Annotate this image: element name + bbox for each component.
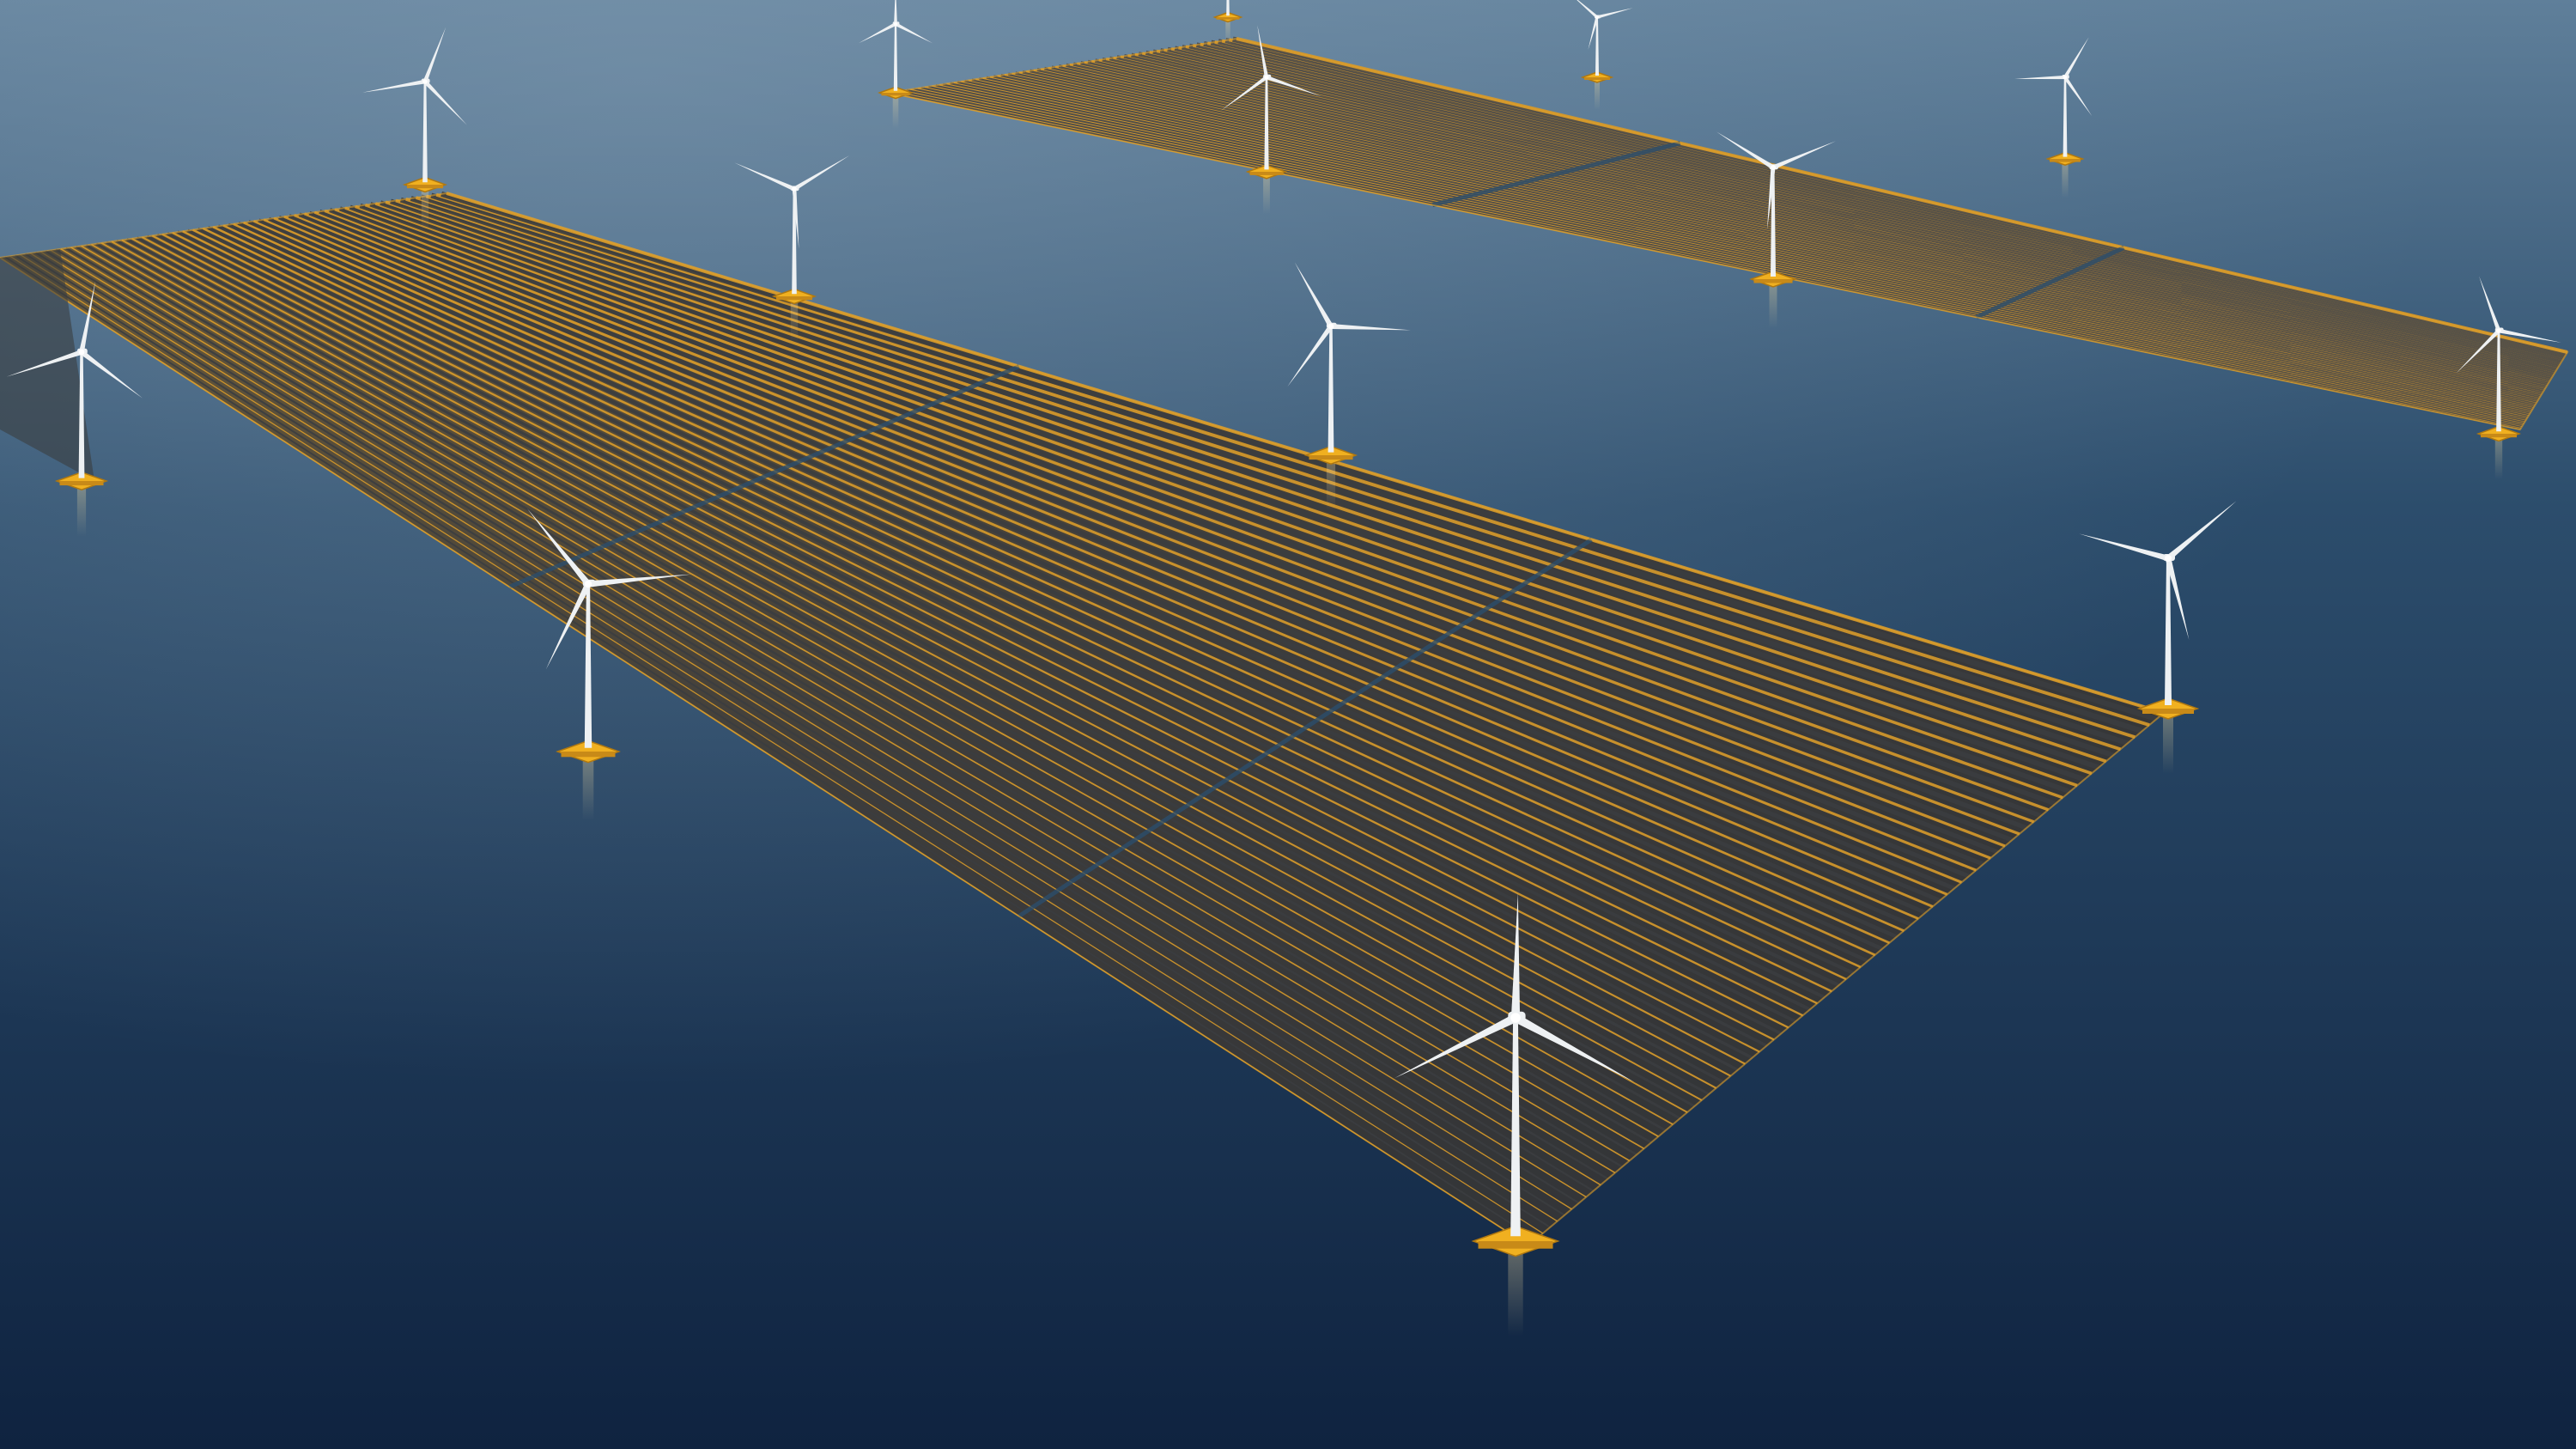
turbine-platform-side: [1584, 77, 1610, 80]
turbine-reflection: [2062, 161, 2069, 198]
turbine-hub: [1595, 15, 1599, 19]
turbine-platform-side: [1478, 1241, 1553, 1249]
turbine-hub: [422, 79, 428, 84]
turbine-reflection: [1508, 1248, 1523, 1336]
turbine-tower: [1226, 0, 1230, 16]
scene-canvas: [0, 0, 2576, 1449]
turbine-platform-side: [2481, 434, 2517, 438]
turbine-platform-side: [1309, 455, 1353, 460]
turbine-reflection: [582, 757, 594, 820]
offshore-solar-wind-render: [0, 0, 2576, 1449]
turbine-platform-side: [2142, 709, 2194, 714]
turbine-hub: [893, 21, 898, 27]
turbine-hub: [1264, 75, 1269, 80]
turbine-hub: [2165, 555, 2172, 562]
turbine-hub: [1771, 165, 1776, 170]
turbine-reflection: [1769, 283, 1777, 328]
turbine-hub: [78, 349, 85, 356]
turbine-reflection: [421, 188, 429, 231]
turbine-platform-side: [1216, 17, 1240, 20]
turbine-reflection: [790, 300, 799, 343]
turbine-platform-side: [1249, 172, 1284, 175]
turbine-reflection: [2494, 437, 2503, 480]
turbine-platform-side: [59, 481, 104, 486]
turbine-reflection: [1595, 80, 1600, 110]
turbine-platform-side: [561, 752, 616, 758]
turbine-platform-side: [881, 93, 910, 96]
turbine-hub: [2063, 75, 2068, 80]
turbine-hub: [2496, 328, 2501, 333]
turbine-platform-side: [2050, 159, 2081, 162]
turbine-platform-side: [776, 296, 812, 301]
turbine-platform-side: [407, 185, 443, 189]
turbine-hub: [584, 580, 592, 588]
turbine-reflection: [2163, 714, 2173, 774]
turbine-platform-side: [1753, 279, 1793, 283]
turbine-reflection: [892, 95, 899, 129]
turbine-reflection: [76, 485, 87, 537]
turbine-reflection: [1263, 174, 1270, 215]
turbine-hub: [792, 186, 797, 192]
turbine-hub: [1327, 323, 1334, 330]
turbine-reflection: [1326, 460, 1336, 511]
turbine-hub: [1510, 1013, 1521, 1023]
turbine-reflection: [1225, 19, 1230, 47]
